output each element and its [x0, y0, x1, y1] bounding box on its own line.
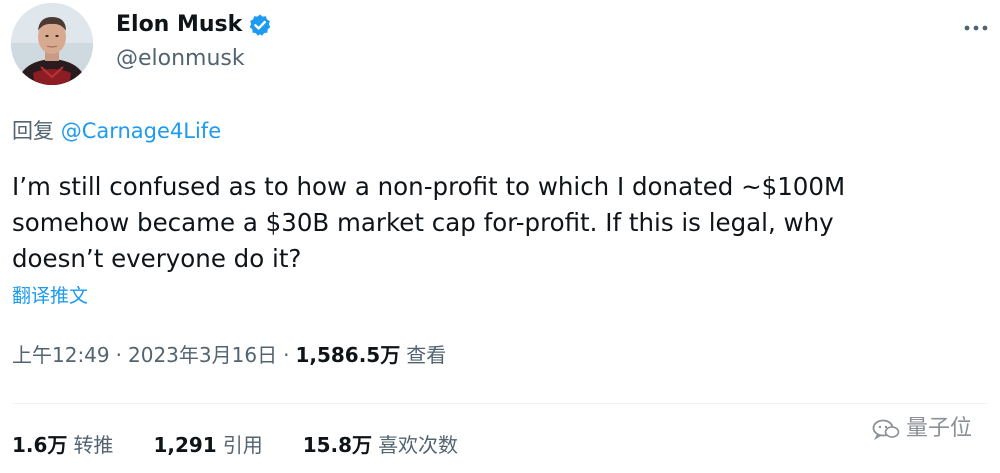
reply-context: 回复 @Carnage4Life: [12, 116, 221, 146]
quotes-count: 1,291: [153, 433, 217, 457]
stats-divider: [12, 403, 988, 404]
tweet-text: I’m still confused as to how a non-profi…: [12, 172, 846, 273]
reply-target-link[interactable]: @Carnage4Life: [61, 119, 221, 143]
author-handle[interactable]: @elonmusk: [116, 44, 245, 74]
meta-separator: ·: [115, 343, 122, 367]
retweets-label: 转推: [73, 433, 114, 457]
quotes-stat[interactable]: 1,291 引用: [153, 430, 262, 460]
watermark: 量子位: [872, 414, 972, 444]
retweets-stat[interactable]: 1.6万 转推: [12, 430, 113, 460]
author-display-name[interactable]: Elon Musk: [116, 10, 242, 40]
tweet-meta: 上午12:49 · 2023年3月16日 · 1,586.5万 查看: [12, 340, 446, 370]
views-label: 查看: [406, 343, 447, 367]
meta-separator: ·: [283, 343, 290, 367]
tweet-date[interactable]: 2023年3月16日: [128, 340, 277, 370]
verified-badge-icon: [248, 13, 272, 37]
translate-tweet-link[interactable]: 翻译推文: [12, 282, 88, 310]
watermark-text: 量子位: [905, 416, 972, 441]
wechat-logo-icon: [872, 419, 900, 440]
likes-label: 喜欢次数: [378, 433, 459, 457]
likes-count: 15.8万: [302, 433, 373, 457]
author-name-row: Elon Musk: [116, 10, 272, 40]
tweet-card: Elon Musk @elonmusk 回复 @Carnage4Life I’m…: [0, 0, 1000, 473]
engagement-stats: 1.6万 转推 1,291 引用 15.8万 喜欢次数: [12, 430, 498, 460]
avatar[interactable]: [11, 3, 93, 85]
retweets-count: 1.6万: [12, 433, 68, 457]
likes-stat[interactable]: 15.8万 喜欢次数: [303, 430, 458, 460]
tweet-time[interactable]: 上午12:49: [12, 340, 110, 370]
quotes-label: 引用: [222, 433, 263, 457]
more-options-icon[interactable]: [964, 18, 988, 31]
reply-prefix: 回复: [12, 119, 61, 143]
views-count: 1,586.5万: [295, 343, 401, 367]
profile-photo-icon: [11, 3, 93, 85]
